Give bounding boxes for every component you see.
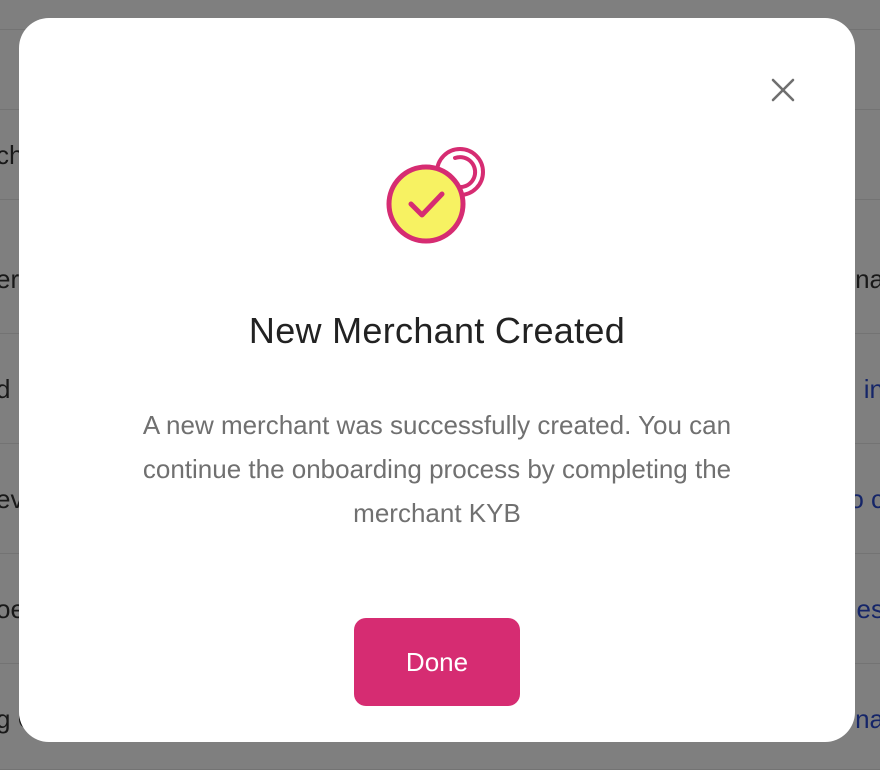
success-dialog: New Merchant Created A new merchant was … (19, 18, 855, 742)
close-icon (771, 78, 795, 102)
close-button[interactable] (768, 75, 798, 105)
dialog-title: New Merchant Created (248, 310, 626, 351)
done-button[interactable]: Done (354, 618, 520, 706)
dialog-message: A new merchant was successfully created.… (142, 410, 732, 528)
check-badge-icon (386, 147, 485, 244)
page: ch er na d in ev o c oe es g C na (0, 0, 880, 770)
